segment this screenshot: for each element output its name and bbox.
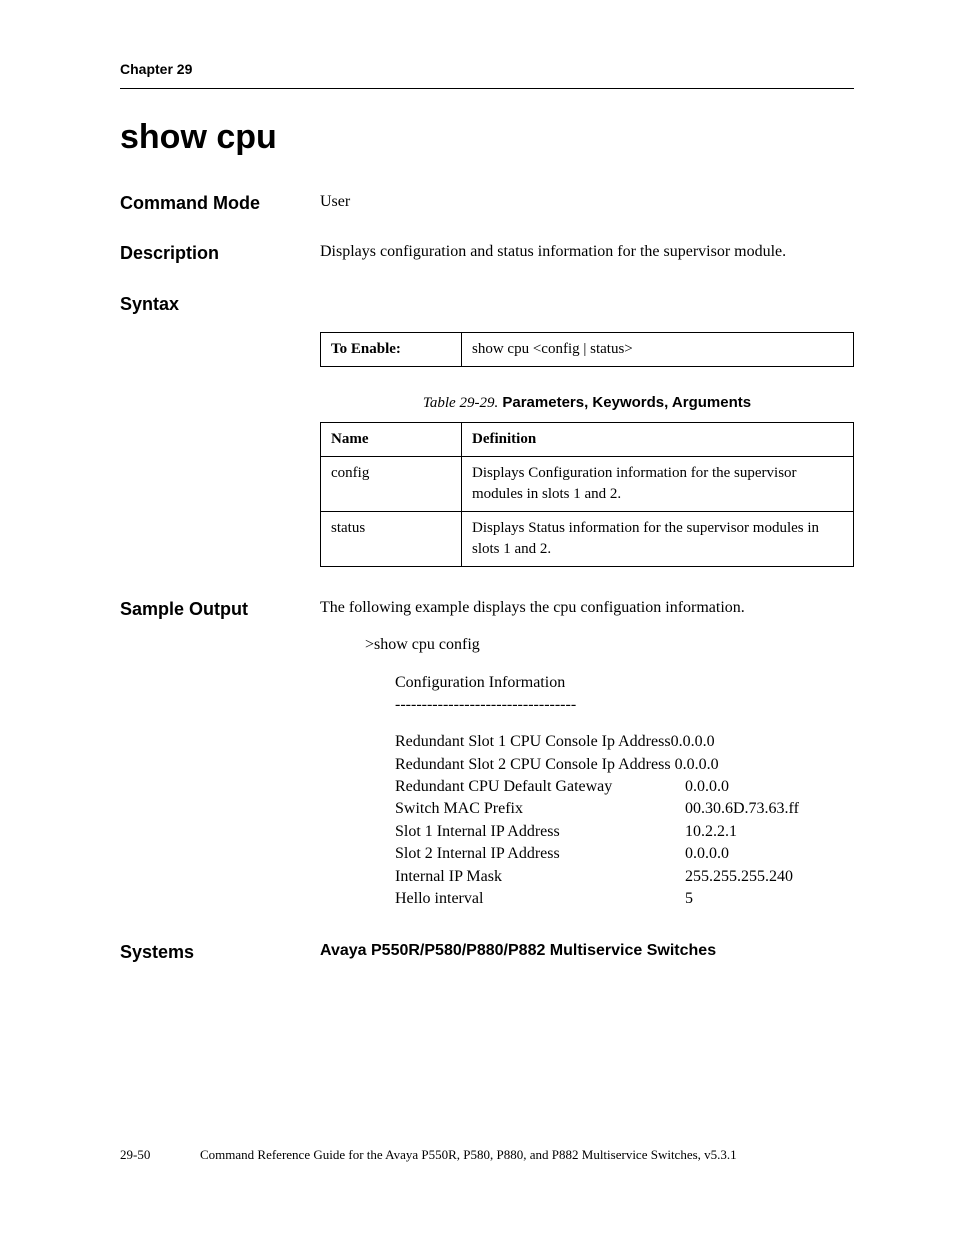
- kv-key: Hello interval: [395, 888, 685, 910]
- kv-row: Switch MAC Prefix00.30.6D.73.63.ff: [395, 798, 854, 820]
- kv-value: 0.0.0.0: [685, 776, 729, 798]
- param-definition: Displays Status information for the supe…: [462, 511, 854, 566]
- syntax-enable-value: show cpu <config | status>: [462, 332, 854, 366]
- kv-row: Redundant Slot 2 CPU Console Ip Address …: [395, 754, 854, 776]
- header-rule: [120, 88, 854, 89]
- kv-value: 255.255.255.240: [685, 866, 793, 888]
- row-description: Description Displays configuration and s…: [120, 241, 854, 266]
- value-sample-output: The following example displays the cpu c…: [320, 597, 854, 911]
- param-header-definition: Definition: [462, 422, 854, 456]
- chapter-header: Chapter 29: [120, 60, 854, 80]
- table-row: config Displays Configuration informatio…: [321, 456, 854, 511]
- kv-key: Switch MAC Prefix: [395, 798, 685, 820]
- kv-line: Redundant Slot 1 CPU Console Ip Address0…: [395, 731, 715, 753]
- param-definition: Displays Configuration information for t…: [462, 456, 854, 511]
- param-name: config: [321, 456, 462, 511]
- caption-prefix: Table 29-29.: [423, 395, 498, 411]
- kv-row: Internal IP Mask255.255.255.240: [395, 866, 854, 888]
- value-command-mode: User: [320, 191, 854, 213]
- syntax-table: To Enable: show cpu <config | status>: [320, 332, 854, 367]
- param-table-caption: Table 29-29. Parameters, Keywords, Argum…: [320, 392, 854, 414]
- param-name: status: [321, 511, 462, 566]
- label-description: Description: [120, 241, 320, 266]
- label-systems: Systems: [120, 940, 320, 965]
- sample-dash-line: ----------------------------------: [395, 694, 854, 716]
- page-title: show cpu: [120, 114, 854, 162]
- sample-prompt: >show cpu config: [365, 634, 854, 656]
- kv-row: Redundant CPU Default Gateway0.0.0.0: [395, 776, 854, 798]
- sample-kv-list: Redundant Slot 1 CPU Console Ip Address0…: [395, 731, 854, 910]
- kv-value: 0.0.0.0: [685, 843, 729, 865]
- kv-key: Redundant CPU Default Gateway: [395, 776, 685, 798]
- kv-key: Slot 2 Internal IP Address: [395, 843, 685, 865]
- value-description: Displays configuration and status inform…: [320, 241, 854, 263]
- caption-title: Parameters, Keywords, Arguments: [502, 394, 751, 411]
- kv-value: 00.30.6D.73.63.ff: [685, 798, 799, 820]
- sample-title-line: Configuration Information: [395, 672, 854, 694]
- kv-row: Slot 2 Internal IP Address0.0.0.0: [395, 843, 854, 865]
- row-sample-output: Sample Output The following example disp…: [120, 597, 854, 911]
- kv-value: 5: [685, 888, 693, 910]
- param-table: Name Definition config Displays Configur…: [320, 422, 854, 567]
- kv-row: Redundant Slot 1 CPU Console Ip Address0…: [395, 731, 854, 753]
- row-systems: Systems Avaya P550R/P580/P880/P882 Multi…: [120, 940, 854, 965]
- label-sample-output: Sample Output: [120, 597, 320, 622]
- kv-key: Internal IP Mask: [395, 866, 685, 888]
- kv-row: Hello interval5: [395, 888, 854, 910]
- label-command-mode: Command Mode: [120, 191, 320, 216]
- footer-page-num: 29-50: [120, 1146, 200, 1164]
- kv-row: Slot 1 Internal IP Address10.2.2.1: [395, 821, 854, 843]
- row-syntax: Syntax: [120, 292, 854, 317]
- table-row: status Displays Status information for t…: [321, 511, 854, 566]
- sample-intro: The following example displays the cpu c…: [320, 597, 854, 619]
- param-header-name: Name: [321, 422, 462, 456]
- row-command-mode: Command Mode User: [120, 191, 854, 216]
- syntax-enable-label: To Enable:: [321, 332, 462, 366]
- sample-block: >show cpu config Configuration Informati…: [365, 634, 854, 910]
- label-syntax: Syntax: [120, 292, 320, 317]
- page-footer: 29-50 Command Reference Guide for the Av…: [120, 1146, 854, 1164]
- kv-key: Slot 1 Internal IP Address: [395, 821, 685, 843]
- footer-text: Command Reference Guide for the Avaya P5…: [200, 1146, 854, 1164]
- kv-line: Redundant Slot 2 CPU Console Ip Address …: [395, 754, 719, 776]
- value-systems: Avaya P550R/P580/P880/P882 Multiservice …: [320, 940, 854, 962]
- kv-value: 10.2.2.1: [685, 821, 737, 843]
